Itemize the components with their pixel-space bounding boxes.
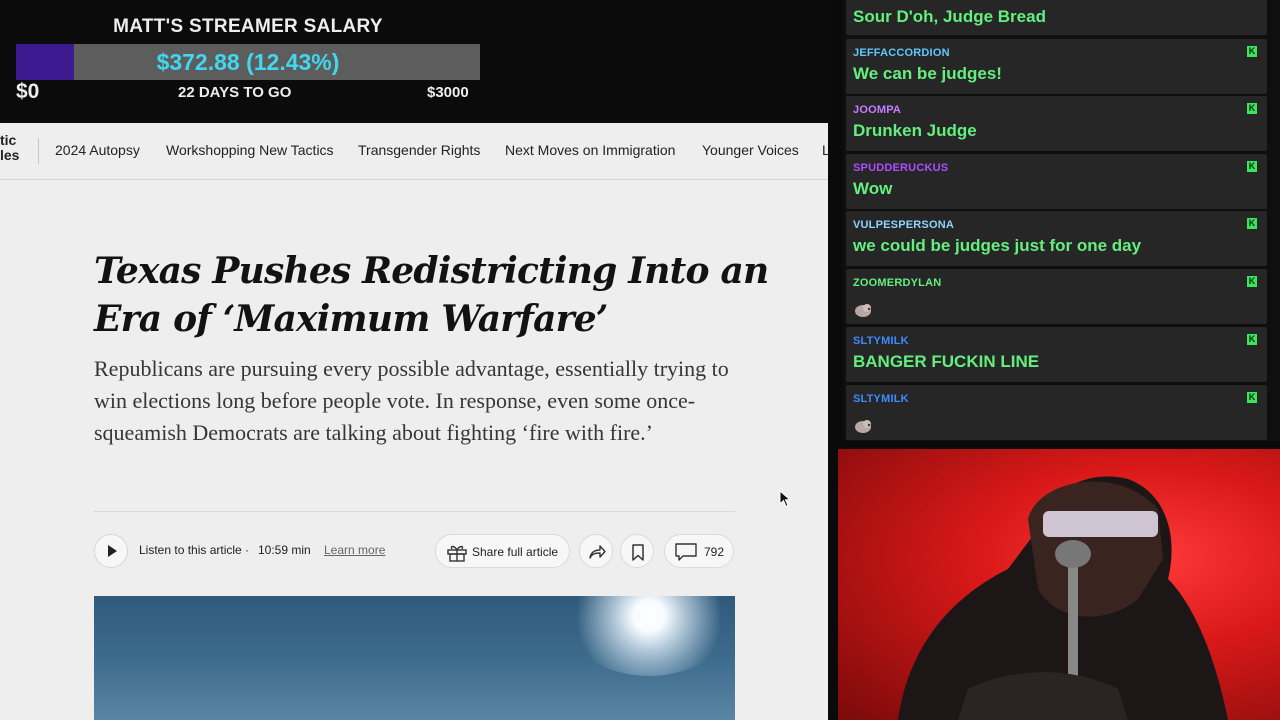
salary-min: $0	[16, 80, 40, 103]
chat-message-text: Drunken Judge	[853, 121, 977, 140]
chat-username[interactable]: JOOMPA	[853, 104, 901, 116]
chat-message-text: we could be judges just for one day	[853, 236, 1142, 255]
nav-item-younger-voices[interactable]: Younger Voices	[702, 142, 799, 158]
chat-message: SPUDDERUCKUS K Wow	[846, 154, 1267, 209]
stream-chat: Sour D'oh, Judge Bread JEFFACCORDION K W…	[843, 0, 1280, 441]
listen-duration: 10:59 min	[258, 543, 311, 557]
nav-partial-label[interactable]: tic les	[0, 133, 19, 163]
listen-label: Listen to this article ·	[139, 543, 250, 557]
share-button[interactable]	[579, 534, 613, 568]
nav-partial-line-1: tic	[0, 132, 17, 148]
kick-badge-icon: K	[1247, 334, 1257, 345]
kick-badge-icon: K	[1247, 46, 1257, 57]
bookmark-button[interactable]	[620, 534, 654, 568]
chat-username[interactable]: ZOOMERDYLAN	[853, 277, 941, 289]
share-full-article-button[interactable]: Share full article	[435, 534, 570, 568]
bookmark-icon	[632, 544, 644, 561]
salary-amount: $372.88 (12.43%)	[156, 49, 340, 75]
gift-icon	[447, 545, 467, 562]
kick-badge-icon: K	[1247, 161, 1257, 172]
play-icon	[108, 545, 117, 557]
pig-emote-icon	[855, 304, 871, 317]
chat-username[interactable]: SLTYMILK	[853, 393, 909, 405]
chat-message: JOOMPA K Drunken Judge	[846, 96, 1267, 151]
chat-username[interactable]: SPUDDERUCKUS	[853, 162, 948, 174]
kick-badge-icon: K	[1247, 218, 1257, 229]
salary-title: MATT'S STREAMER SALARY	[113, 16, 383, 37]
nav-item-workshopping[interactable]: Workshopping New Tactics	[166, 142, 334, 158]
chat-message-text: Wow	[853, 179, 893, 198]
kick-badge-icon: K	[1247, 276, 1257, 287]
chat-message: JEFFACCORDION K We can be judges!	[846, 39, 1267, 94]
chat-message: Sour D'oh, Judge Bread	[846, 0, 1267, 35]
chat-message: SLTYMILK K BANGER FUCKIN LINE	[846, 327, 1267, 382]
chat-username[interactable]: SLTYMILK	[853, 335, 909, 347]
article-summary: Republicans are pursuing every possible …	[94, 356, 729, 445]
streamer-webcam	[838, 449, 1280, 720]
chat-message: SLTYMILK K	[846, 385, 1267, 440]
kick-badge-icon: K	[1247, 392, 1257, 403]
salary-days-left: 22 DAYS TO GO	[178, 84, 292, 101]
listen-play-button[interactable]	[94, 534, 128, 568]
mouse-pointer-icon	[779, 490, 791, 508]
streamer-salary-widget: MATT'S STREAMER SALARY $372.88 (12.43%) …	[0, 0, 828, 123]
kick-badge-icon: K	[1247, 103, 1257, 114]
nav-item-partial-right[interactable]: L	[822, 142, 828, 158]
share-arrow-icon	[589, 545, 606, 559]
comments-button[interactable]: 792	[664, 534, 734, 568]
chat-message: VULPESPERSONA K we could be judges just …	[846, 211, 1267, 266]
sun-glare	[564, 596, 734, 676]
article-headline: Texas Pushes Redistricting Into an Era o…	[94, 250, 769, 340]
learn-more-link[interactable]: Learn more	[324, 543, 385, 557]
nav-item-immigration[interactable]: Next Moves on Immigration	[505, 142, 675, 158]
nav-partial-line-2: les	[0, 147, 20, 163]
nav-item-2024-autopsy[interactable]: 2024 Autopsy	[55, 142, 140, 158]
chat-message-text: We can be judges!	[853, 64, 1002, 83]
article-hero-image	[94, 596, 735, 720]
chat-message-text: BANGER FUCKIN LINE	[853, 352, 1040, 371]
divider	[94, 511, 735, 512]
comment-icon	[675, 543, 697, 561]
nav-divider	[38, 138, 39, 164]
chat-username[interactable]: VULPESPERSONA	[853, 219, 954, 231]
section-nav: tic les 2024 Autopsy Workshopping New Tac…	[0, 123, 828, 180]
nav-item-transgender-rights[interactable]: Transgender Rights	[358, 142, 480, 158]
salary-progress-bar: $372.88 (12.43%)	[16, 44, 480, 80]
pig-emote-icon	[855, 420, 871, 433]
chat-username[interactable]: JEFFACCORDION	[853, 47, 950, 59]
chat-message-text: Sour D'oh, Judge Bread	[853, 7, 1046, 26]
chat-message: ZOOMERDYLAN K	[846, 269, 1267, 324]
streamer-silhouette	[898, 476, 1228, 720]
news-article-page: tic les 2024 Autopsy Workshopping New Tac…	[0, 123, 828, 720]
comment-count: 792	[704, 545, 725, 559]
share-label: Share full article	[472, 545, 559, 559]
salary-max: $3000	[427, 84, 469, 101]
